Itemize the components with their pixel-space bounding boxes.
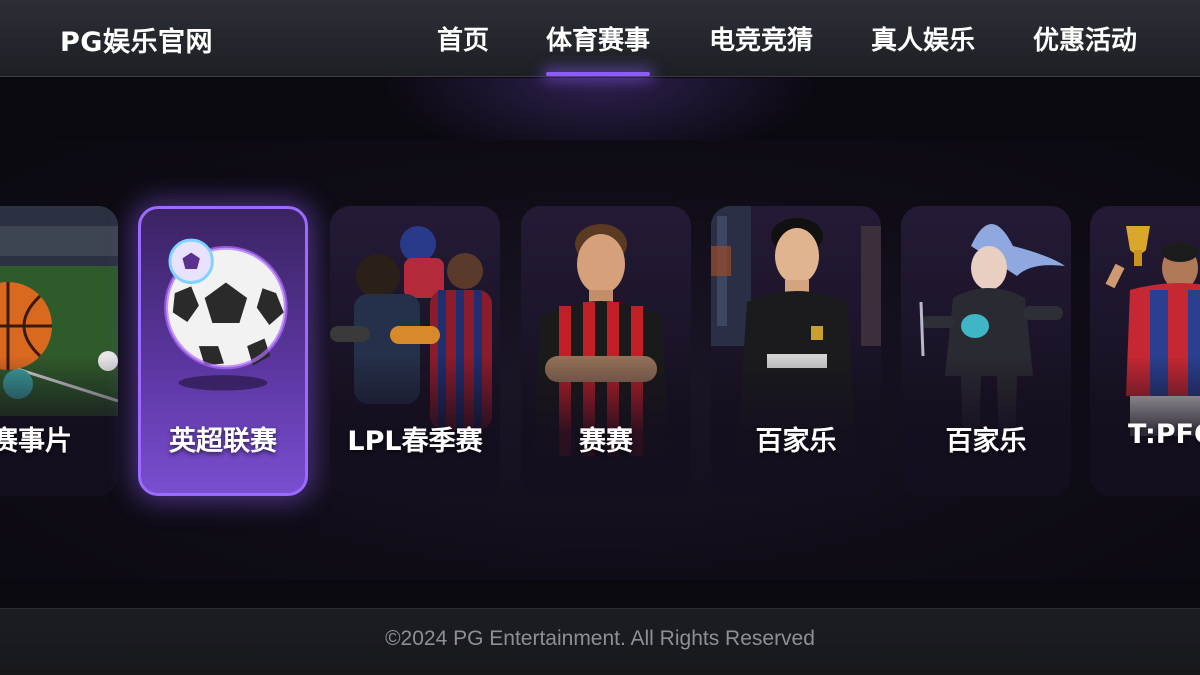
category-label: 百家乐 [755, 426, 837, 457]
category-label: 百家乐 [945, 426, 1027, 457]
category-label: 赛事片 [0, 426, 72, 457]
nav-esports[interactable]: 电竞竞猜 [709, 20, 813, 77]
nav-live-casino[interactable]: 真人娱乐 [871, 20, 975, 77]
main-nav: 首页 体育赛事 电竞竞猜 真人娱乐 优惠活动 [0, 0, 1200, 77]
copyright-text: ©2024 PG Entertainment. All Rights Reser… [385, 627, 815, 650]
category-card[interactable]: 百家乐 [711, 206, 881, 496]
category-label: 赛赛 [579, 426, 633, 457]
top-navigation-bar: PG娱乐官网 首页 体育赛事 电竞竞猜 真人娱乐 优惠活动 [0, 0, 1200, 77]
category-card[interactable]: 赛事片 [0, 206, 118, 496]
page-footer: ©2024 PG Entertainment. All Rights Reser… [0, 608, 1200, 675]
nav-home[interactable]: 首页 [437, 20, 489, 77]
category-label: 英超联赛 [169, 426, 277, 457]
category-card[interactable]: 赛赛 [521, 206, 691, 496]
category-card-active[interactable]: 英超联赛 [138, 206, 308, 496]
nav-sports[interactable]: 体育赛事 [546, 20, 651, 77]
category-card[interactable]: 百家乐 [901, 206, 1071, 496]
category-card[interactable]: T:PFC [1090, 206, 1200, 496]
category-label: T:PFC [1128, 419, 1200, 450]
category-card[interactable]: LPL春季赛 [330, 206, 500, 496]
category-label: LPL春季赛 [347, 426, 483, 457]
nav-promotions[interactable]: 优惠活动 [1033, 20, 1137, 77]
